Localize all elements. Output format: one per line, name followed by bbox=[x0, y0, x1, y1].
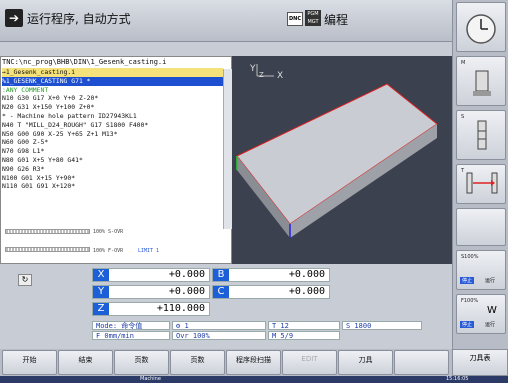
axis-z-value: +110.000 bbox=[156, 303, 205, 314]
right-softkey-bar: M S T S100% 停止 运行 F100% W 停止 运行 bbox=[452, 0, 508, 376]
taskbar-machine[interactable]: Machine bbox=[140, 376, 161, 382]
s-function-key[interactable]: S bbox=[456, 110, 506, 160]
dnc-button[interactable]: DNC bbox=[287, 12, 303, 26]
bottom-softkey-bar: 开始 结束 页数 页数 程序段扫描 EDIT 刀具 bbox=[0, 349, 452, 376]
mode-field: Mode: 命令值 bbox=[92, 321, 170, 330]
spindle-override-key[interactable]: S100% 停止 运行 bbox=[456, 250, 506, 290]
spindle-on-label[interactable]: 运行 bbox=[485, 277, 495, 284]
s100-label: S100% bbox=[461, 254, 479, 260]
taskbar: Machine 15:16:05 bbox=[0, 376, 508, 383]
axis-c-name: C bbox=[213, 286, 229, 298]
program-line[interactable]: N20 G31 X+150 Y+100 Z+0* bbox=[2, 103, 223, 112]
axis-x-label: X bbox=[277, 71, 284, 81]
override-field: Ovr 100% bbox=[172, 331, 266, 340]
t-function-key[interactable]: T bbox=[456, 164, 506, 204]
program-scrollbar[interactable] bbox=[223, 69, 232, 229]
program-line[interactable]: N110 G01 G91 X+120* bbox=[2, 182, 223, 191]
program-line[interactable]: N70 G98 L1* bbox=[2, 147, 223, 156]
refresh-icon[interactable]: ↻ bbox=[18, 274, 32, 286]
softkey-blank[interactable] bbox=[394, 350, 449, 375]
feed-override-key[interactable]: F100% W 停止 运行 bbox=[456, 294, 506, 334]
clock-icon bbox=[466, 14, 496, 44]
s-override-label: 100% S-OVR bbox=[93, 229, 124, 235]
axis-x-row: X +0.000 bbox=[92, 268, 210, 282]
axis-c-value: +0.000 bbox=[288, 286, 325, 297]
program-line[interactable]: N10 G30 G17 X+0 Y+0 Z-20* bbox=[2, 94, 223, 103]
softkey-page-up[interactable]: 页数 bbox=[114, 350, 169, 375]
mode-header: ➔ 运行程序, 自动方式 DNC PGM MGT 编程 bbox=[0, 0, 452, 42]
program-line[interactable]: N60 G00 Z-5* bbox=[2, 138, 223, 147]
spindle-field: S 1800 bbox=[342, 321, 422, 330]
f-override-label: 100% F-OVR bbox=[93, 248, 124, 254]
axis-x-name: X bbox=[93, 269, 109, 281]
program-line[interactable]: →1_Gesenk_casting.i bbox=[2, 68, 223, 77]
feed-off-label[interactable]: 停止 bbox=[460, 321, 475, 328]
axis-b-row: B +0.000 bbox=[212, 268, 330, 282]
tool-number: 1 bbox=[184, 322, 189, 330]
m-function-field: M 5/9 bbox=[268, 331, 340, 340]
t-key-label: T bbox=[461, 168, 465, 174]
softkey-tool-table[interactable]: 刀具表 bbox=[452, 349, 508, 376]
program-line[interactable]: N40 T "MILL_D24_ROUGH" G17 S1800 F400* bbox=[2, 121, 223, 130]
blank-softkey[interactable] bbox=[456, 208, 506, 246]
axis-z-label: Z bbox=[259, 71, 264, 79]
softkey-end[interactable]: 结束 bbox=[58, 350, 113, 375]
softkey-edit[interactable]: EDIT bbox=[282, 350, 337, 375]
mode-title: 运行程序, 自动方式 bbox=[27, 12, 131, 26]
axis-y-value: +0.000 bbox=[168, 286, 205, 297]
simulation-view[interactable]: Y Z X bbox=[232, 56, 452, 264]
limit-label: LIMIT 1 bbox=[138, 248, 160, 254]
axis-z-row: Z +110.000 bbox=[92, 302, 210, 316]
axis-z-name: Z bbox=[93, 303, 109, 315]
feed-on-label[interactable]: 运行 bbox=[485, 321, 495, 328]
program-line[interactable]: N90 G26 R3* bbox=[2, 165, 223, 174]
softkey-block-scan[interactable]: 程序段扫描 bbox=[226, 350, 281, 375]
feed-icon: W bbox=[487, 305, 497, 316]
spindle-speed-icon bbox=[477, 120, 487, 150]
tool-number-field: ⚙ 1 bbox=[172, 321, 266, 330]
s-override-bar bbox=[5, 229, 90, 234]
spindle-value: S 1800 bbox=[346, 322, 372, 330]
position-display: ↻ X +0.000 B +0.000 Y +0.000 C +0.000 Z +110.… bbox=[0, 264, 452, 349]
workpiece-graphic bbox=[236, 64, 438, 238]
taskbar-clock: 15:16:05 bbox=[446, 376, 469, 382]
axis-x-value: +0.000 bbox=[168, 269, 205, 280]
clock-widget bbox=[456, 2, 506, 52]
m-key-label: M bbox=[461, 60, 466, 66]
tool-change-icon bbox=[466, 172, 498, 194]
program-line[interactable]: :ANY COMMENT bbox=[2, 86, 223, 95]
axis-b-name: B bbox=[213, 269, 229, 281]
f-override-bar bbox=[5, 247, 90, 252]
pgm-mgt-button[interactable]: PGM MGT bbox=[305, 10, 321, 26]
s-key-label: S bbox=[461, 114, 465, 120]
tool-field: T 12 bbox=[268, 321, 340, 330]
axis-b-value: +0.000 bbox=[288, 269, 325, 280]
program-line[interactable]: N80 G01 X+5 Y+80 G41* bbox=[2, 156, 223, 165]
run-mode-icon: ➔ bbox=[5, 9, 23, 27]
softkey-page-down[interactable]: 页数 bbox=[170, 350, 225, 375]
programming-mode-title: 编程 bbox=[324, 13, 349, 27]
axis-y-label: Y bbox=[250, 64, 256, 74]
axis-y-row: Y +0.000 bbox=[92, 285, 210, 299]
axis-c-row: C +0.000 bbox=[212, 285, 330, 299]
f100-label: F100% bbox=[461, 298, 479, 304]
program-line[interactable]: N50 G00 G90 X-25 Y+65 Z+1 M13* bbox=[2, 130, 223, 139]
softkey-start[interactable]: 开始 bbox=[2, 350, 57, 375]
program-panel: TNC:\nc_prog\BHB\DIN\1_Gesenk_casting.i … bbox=[0, 56, 232, 264]
program-line[interactable]: %1_GESENK_CASTING G71 * bbox=[2, 76, 223, 86]
m-function-key[interactable]: M bbox=[456, 56, 506, 106]
program-path: TNC:\nc_prog\BHB\DIN\1_Gesenk_casting.i bbox=[2, 58, 231, 67]
program-line[interactable]: * - Machine hole pattern ID27943KL1 bbox=[2, 112, 223, 121]
axis-y-name: Y bbox=[93, 286, 109, 298]
feed-field: F 0mm/min bbox=[92, 331, 170, 340]
program-line[interactable]: N100 G01 X+15 Y+90* bbox=[2, 174, 223, 183]
softkey-tool[interactable]: 刀具 bbox=[338, 350, 393, 375]
spindle-off-label[interactable]: 停止 bbox=[460, 277, 475, 284]
